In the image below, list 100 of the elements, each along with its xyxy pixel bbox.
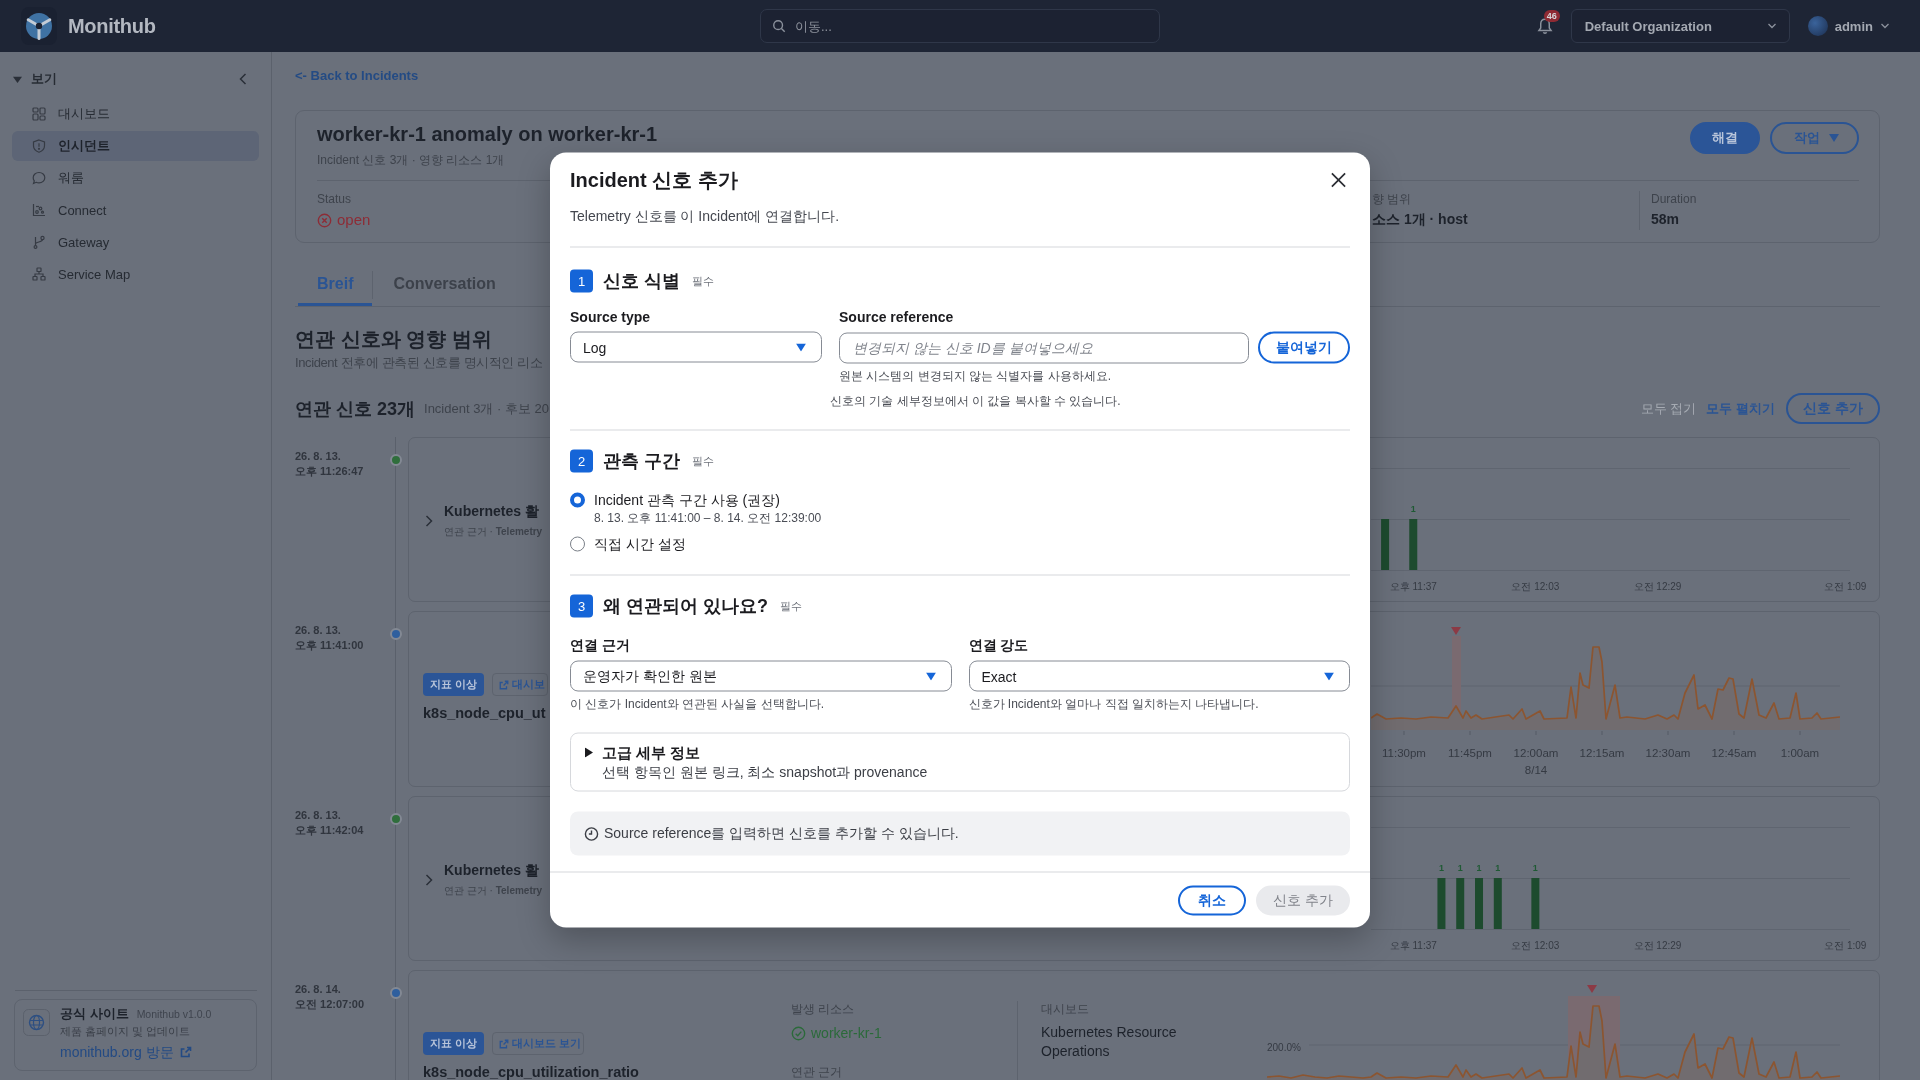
grid-icon: [32, 107, 46, 121]
bar: [1456, 878, 1465, 929]
add-signal-button[interactable]: 신호 추가: [1786, 393, 1880, 424]
event-date: 26. 8. 13.: [295, 623, 341, 638]
source-reference-field[interactable]: 변경되지 않는 신호 ID를 붙여넣으세요: [839, 332, 1249, 363]
option-label: Incident 관측 구간 사용 (권장): [594, 490, 780, 510]
dashboard-link[interactable]: 대시보드 보기: [492, 1032, 585, 1055]
back-link[interactable]: <- Back to Incidents: [295, 67, 419, 85]
caret-down-icon: [1324, 672, 1334, 680]
notification-count: 46: [1543, 10, 1560, 22]
toggle-link[interactable]: 모두 펼치기: [1706, 399, 1776, 418]
signal-title: Kubernetes 활: [444, 861, 539, 879]
field-label: 연결 강도: [968, 635, 1029, 654]
caret-down-icon: [925, 672, 936, 680]
external-link-icon: [499, 679, 510, 690]
section-title: 관측 구간: [603, 449, 680, 473]
value-label: 1: [1495, 863, 1501, 873]
axis-label: 1:00am: [1780, 747, 1820, 760]
event-time: 오후 11:42:04: [295, 823, 364, 838]
external-link-icon: [499, 1038, 510, 1049]
field-label: 연결 근거: [570, 635, 630, 654]
details-description: 선택 항목인 원본 링크, 최소 snapshot과 provenance: [602, 762, 928, 782]
event-time: 오전 12:07:00: [295, 997, 365, 1012]
axis-label: 11:45pm: [1448, 747, 1492, 760]
event-time: 오후 11:41:00: [295, 638, 364, 653]
field-hint: 원본 시스템의 변경되지 않는 식별자를 사용하세요.: [839, 367, 1111, 384]
chevron-right-icon[interactable]: [425, 514, 433, 527]
chevron-down-icon: [1880, 21, 1890, 31]
option-label: 직접 시간 설정: [594, 534, 686, 554]
dialog-subtitle: Telemetry 신호를 이 Incident에 연결합니다.: [570, 206, 840, 226]
bar: [1437, 878, 1446, 929]
sidebar-item[interactable]: Service Map: [12, 259, 259, 289]
field-label: Source reference: [839, 307, 954, 326]
sidebar-item[interactable]: Gateway: [12, 227, 259, 257]
site-title: 공식 사이트: [60, 1006, 129, 1022]
resource-name: worker-kr-1: [811, 1025, 882, 1041]
axis-label: 11:30pm: [1382, 747, 1426, 760]
search-field[interactable]: 이동...: [760, 9, 1160, 43]
status-value: open: [337, 210, 371, 230]
user-menu[interactable]: admin: [1807, 16, 1890, 36]
close-icon[interactable]: [1330, 171, 1347, 188]
app-name: Monithub: [68, 14, 156, 38]
bell-icon[interactable]: [1535, 17, 1554, 35]
branch-icon: [32, 235, 46, 249]
step-number: 1: [570, 269, 593, 293]
event-date: 26. 8. 14.: [295, 982, 341, 997]
info-message: Source reference를 입력하면 신호를 추가할 수 있습니다.: [604, 824, 959, 843]
stat-value: 소스 1개 · host: [1372, 210, 1468, 229]
section-title: 왜 연관되어 있나요?: [603, 594, 768, 618]
metric-name: k8s_node_cpu_utilization_ratio: [423, 1063, 639, 1080]
anomaly-tag: 지표 이상: [423, 1032, 485, 1055]
field-label: Source type: [570, 307, 651, 326]
hierarchy-icon: [32, 267, 46, 281]
chevron-left-icon[interactable]: [239, 73, 247, 85]
bar: [1493, 878, 1502, 929]
dialog-title: Incident 신호 추가: [570, 167, 738, 193]
site-link[interactable]: monithub.org 방문: [60, 1043, 192, 1061]
required-label: 필수: [780, 598, 802, 614]
actions-menu-button[interactable]: 작업: [1770, 122, 1859, 154]
anomaly-tag: 지표 이상: [423, 673, 485, 696]
bar: [1531, 878, 1540, 929]
bar: [1475, 878, 1483, 929]
radio-button[interactable]: [570, 536, 585, 551]
external-link-icon: [179, 1046, 192, 1058]
value-label: 1: [1457, 863, 1463, 873]
caret-down-icon: [796, 343, 806, 351]
chevron-down-icon: [1766, 21, 1777, 31]
chevron-right-icon[interactable]: [425, 873, 433, 886]
organization-select[interactable]: Default Organization: [1570, 9, 1790, 43]
value-label: 1: [1410, 504, 1416, 514]
required-label: 필수: [692, 453, 714, 469]
field-hint: 신호가 Incident와 얼마나 직접 일치하는지 나타냅니다.: [968, 695, 1259, 712]
paste-button[interactable]: 붙여넣기: [1258, 331, 1350, 364]
bar: [1381, 519, 1390, 570]
cancel-button[interactable]: 취소: [1178, 885, 1247, 916]
sidebar-item[interactable]: 워룸: [12, 163, 259, 193]
x-circle-icon: [317, 212, 332, 228]
chat-bubble-icon: [32, 171, 46, 185]
value-label: 1: [1438, 863, 1444, 873]
scatter-chart-icon: [32, 203, 46, 217]
radio-button[interactable]: [570, 492, 585, 507]
shield-icon: [32, 139, 46, 153]
signal-title: Kubernetes 활: [444, 502, 539, 520]
incident-title: worker-kr-1 anomaly on worker-kr-1: [317, 122, 658, 147]
details-toggle[interactable]: 고급 세부 정보: [602, 743, 701, 762]
section-toggle[interactable]: 보기: [13, 70, 57, 88]
section-title: 신호 식별: [603, 269, 680, 293]
event-time: 오후 11:26:47: [295, 464, 364, 479]
triangle-marker-icon: [1587, 985, 1597, 993]
avatar-icon: [1807, 16, 1828, 36]
sidebar-item[interactable]: 인시던트: [12, 131, 259, 161]
sidebar-item[interactable]: Connect: [12, 195, 259, 225]
axis-label: 12:30am: [1645, 747, 1691, 760]
dashboard-link[interactable]: 대시보: [492, 673, 549, 696]
field-note: 신호의 기술 세부정보에서 이 값을 복사할 수 있습니다.: [830, 392, 1121, 409]
dashboard-name: Kubernetes Resource Operations: [1041, 1023, 1178, 1061]
resolve-button[interactable]: 해결: [1690, 122, 1760, 154]
signals-heading: 연관 신호 23개: [295, 397, 416, 421]
check-circle-icon: [791, 1025, 806, 1041]
sidebar-item[interactable]: 대시보드: [12, 99, 259, 129]
